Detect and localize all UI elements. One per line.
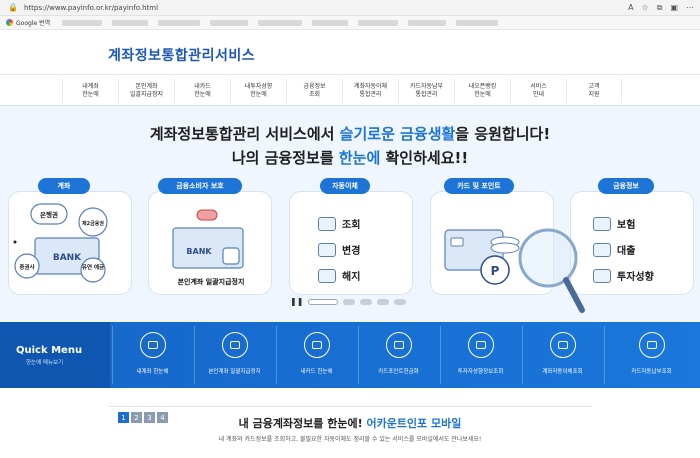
quick-item-card-autopay[interactable]: 카드자동납부조회 [604, 326, 698, 384]
account-illustration: 은행권 제2금융권 BANK 증권사 유연 예금 [13, 203, 108, 283]
blurred-bookmark[interactable] [312, 19, 349, 26]
collections-icon[interactable]: ▣ [670, 3, 678, 13]
loan-icon [593, 242, 611, 257]
quick-menu-logo: Quick Menu 한눈에 메뉴보기 [0, 322, 110, 388]
more-icon[interactable]: ⋯ [686, 3, 694, 13]
card-tag-account: 계좌 [38, 178, 90, 194]
blurred-bookmarks [62, 19, 499, 26]
blurred-bookmark[interactable] [158, 19, 201, 26]
card-auto-transfer[interactable]: 조회 변경 해지 [289, 191, 413, 295]
hero-headline-1: 계좌정보통합관리 서비스에서 슬기로운 금융생활을 응원합니다! [149, 125, 551, 143]
financial-item-insurance[interactable]: 보험 [593, 216, 635, 231]
card-account[interactable]: 은행권 제2금융권 BANK 증권사 유연 예금 [8, 191, 132, 295]
promo-subtitle: 내 계좌와 카드정보를 조회하고, 불필요한 자동이체도 정리할 수 있는 서비… [218, 436, 482, 443]
chart-icon [467, 332, 494, 358]
label-second-sector: 제2금융권 [82, 220, 104, 227]
reader-icon[interactable]: A [628, 3, 633, 13]
quick-menu: Quick Menu 한눈에 메뉴보기 내계좌 한눈에 본인계좌 일괄지급정지 … [0, 322, 700, 388]
nav-item-account[interactable]: 내계좌 한눈에 [62, 79, 118, 103]
label-securities: 증권사 [19, 263, 35, 271]
slider-dot[interactable] [377, 298, 390, 305]
slider-dot[interactable] [394, 298, 407, 305]
label-bank: BANK [53, 253, 82, 263]
main-nav: 내계좌 한눈에 본인계좌 일괄지급정지 내카드 한눈에 내투자성향 한눈에 금융… [0, 76, 700, 106]
extensions-icon[interactable]: ⧉ [657, 3, 663, 13]
card-tag-financial-info: 금융정보 [598, 178, 654, 194]
slider-controls: ❚❚ [290, 297, 407, 306]
divider [108, 406, 592, 407]
card-consumer-protection[interactable]: BANK 본인계좌 일괄지급정지 [148, 191, 272, 295]
autopay-icon [638, 332, 665, 358]
hero-headline-2: 나의 금융정보를 한눈에 확인하세요!! [231, 149, 469, 167]
site-title[interactable]: 계좌정보통합관리서비스 [108, 45, 255, 65]
quick-item-point-cash[interactable]: 카드포인트현금화 [358, 326, 438, 384]
browser-address-bar[interactable]: 🔒 https://www.payinfo.or.kr/payinfo.html… [0, 0, 700, 16]
magnifier-icon [518, 228, 585, 313]
blurred-bookmark[interactable] [358, 19, 399, 26]
promo-title: 내 금융계좌정보를 한눈에! 어카운트인포 모바일 [238, 417, 462, 430]
quick-item-stop-payment[interactable]: 본인계좌 일괄지급정지 [194, 326, 274, 384]
blurred-bookmark[interactable] [112, 19, 149, 26]
google-icon [6, 19, 13, 26]
change-icon [318, 242, 336, 257]
card-stop-icon [221, 332, 248, 358]
card-tag-consumer-protection: 금융소비자 보호 [158, 178, 242, 194]
financial-item-investment[interactable]: 투자성향 [593, 268, 654, 283]
financial-item-loan[interactable]: 대출 [593, 242, 635, 257]
nav-item-investment[interactable]: 내투자성향 한눈에 [230, 79, 286, 103]
label-bank-sector: 은행권 [40, 210, 58, 219]
quick-item-account[interactable]: 내계좌 한눈에 [112, 326, 192, 384]
browser-toolbar-icons: A ☆ ⧉ ▣ ⋯ [628, 3, 694, 13]
nav-item-card-autopay[interactable]: 카드자동납부 통합관리 [398, 79, 454, 103]
nav-item-stop-payment[interactable]: 본인계좌 일괄지급정지 [118, 79, 174, 103]
auto-transfer-item-cancel[interactable]: 해지 [318, 268, 360, 283]
quick-item-card[interactable]: 내카드 한눈에 [276, 326, 356, 384]
slider-dot[interactable] [308, 298, 339, 305]
nav-item-support[interactable]: 고객 지원 [566, 79, 622, 103]
url-text[interactable]: https://www.payinfo.or.kr/payinfo.html [24, 4, 158, 12]
pause-icon[interactable]: ❚❚ [290, 297, 303, 306]
label-bank-2: BANK [186, 247, 212, 256]
nav-item-service-guide[interactable]: 서비스 안내 [510, 79, 566, 103]
mobile-promo: 1 2 3 4 내 금융계좌정보를 한눈에! 어카운트인포 모바일 내 계좌와 … [0, 388, 700, 458]
bookmark-google-translate[interactable]: Google 번역 [6, 18, 50, 27]
nav-item-financial-info[interactable]: 금융정보 조회 [286, 79, 342, 103]
bank-icon [139, 332, 166, 358]
insurance-icon [593, 216, 611, 231]
card-tag-card-point: 카드 및 포인트 [444, 178, 514, 194]
quick-item-auto-transfer[interactable]: 계좌자동이체조회 [522, 326, 602, 384]
investment-icon [593, 268, 611, 283]
blurred-bookmark[interactable] [258, 19, 303, 26]
transfer-icon [549, 332, 576, 358]
point-icon [385, 332, 412, 358]
inquiry-icon [318, 216, 336, 231]
site-header: 계좌정보통합관리서비스 [0, 31, 700, 75]
quick-menu-title: Quick Menu [16, 344, 83, 356]
blurred-bookmark[interactable] [210, 19, 249, 26]
cancel-icon [318, 268, 336, 283]
lock-icon: 🔒 [8, 2, 18, 12]
card-icon [303, 332, 330, 358]
card-tag-auto-transfer: 자동이체 [320, 178, 370, 194]
nav-item-auto-transfer[interactable]: 계좌자동이체 통합관리 [342, 79, 398, 103]
label-deposit: 유연 예금 [82, 263, 104, 271]
hero-banner: 계좌정보통합관리 서비스에서 슬기로운 금융생활을 응원합니다! 나의 금융정보… [0, 106, 700, 322]
auto-transfer-item-change[interactable]: 변경 [318, 242, 360, 257]
label-stop-payment: 본인계좌 일괄지급정지 [178, 277, 245, 286]
slider-dot[interactable] [343, 298, 356, 305]
auto-transfer-item-inquiry[interactable]: 조회 [318, 216, 360, 231]
blurred-bookmark[interactable] [408, 19, 447, 26]
blurred-bookmark[interactable] [456, 19, 499, 26]
quick-item-investor-profile[interactable]: 투자자성향정보조회 [440, 326, 520, 384]
label-point: P [491, 264, 500, 278]
nav-item-card[interactable]: 내카드 한눈에 [174, 79, 230, 103]
blurred-bookmark[interactable] [62, 19, 103, 26]
nav-item-open-banking[interactable]: 내오픈뱅킹 한눈에 [454, 79, 510, 103]
consumer-protection-illustration: BANK 본인계좌 일괄지급정지 [172, 209, 245, 286]
bookmarks-bar: Google 번역 [0, 16, 700, 30]
quick-menu-subtitle: 한눈에 메뉴보기 [26, 359, 64, 366]
star-icon[interactable]: ☆ [642, 3, 649, 13]
slider-dot[interactable] [360, 298, 373, 305]
